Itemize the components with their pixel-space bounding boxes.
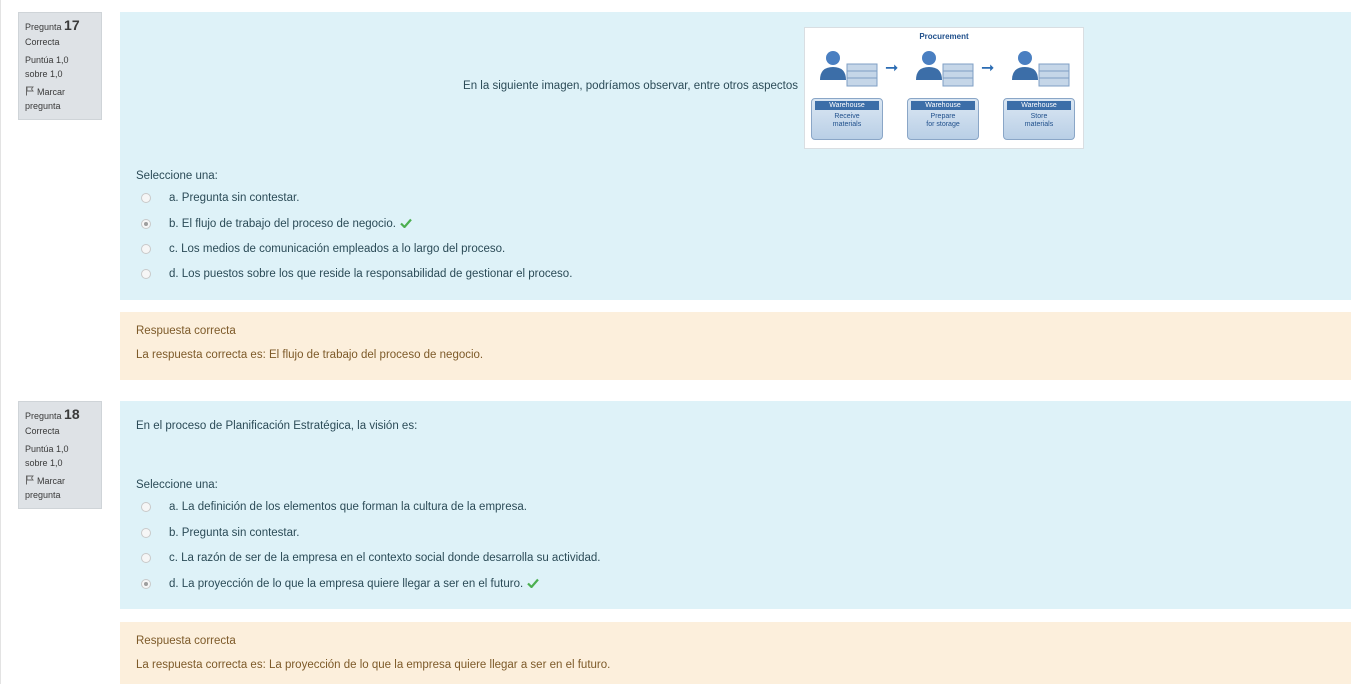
answer-radio-checked[interactable] — [141, 219, 151, 229]
question-label: Pregunta — [25, 411, 62, 421]
question-feedback-18: Respuesta correcta La respuesta correcta… — [120, 622, 1351, 684]
flag-label: Marcar — [37, 87, 66, 97]
question-text: En el proceso de Planificación Estratégi… — [136, 420, 418, 432]
flag-question-link[interactable]: Marcar pregunta — [25, 85, 95, 113]
procurement-process-image: Procurement ➞ ➞ Warehouse Receive materi… — [804, 27, 1084, 149]
answer-text: d. La proyección de lo que la empresa qu… — [169, 578, 524, 590]
answer-text-with-check: d. La proyección de lo que la empresa qu… — [169, 574, 540, 594]
question-grade: Puntúa 1,0 sobre 1,0 — [25, 442, 95, 470]
question-number: 17 — [64, 17, 80, 33]
flag-label: Marcar — [37, 476, 66, 486]
step-header: Warehouse — [1007, 101, 1071, 110]
question-state: Correcta — [25, 426, 60, 436]
answer-radio[interactable] — [141, 553, 151, 563]
feedback-title: Respuesta correcta — [136, 325, 236, 337]
question-label: Pregunta — [25, 22, 62, 32]
correct-check-icon — [527, 578, 540, 588]
step-label-line: Prepare — [930, 113, 956, 120]
answer-text: b. El flujo de trabajo del proceso de ne… — [169, 218, 396, 230]
flag-label-2: pregunta — [25, 101, 61, 111]
answer-text: d. Los puestos sobre los que reside la r… — [169, 268, 573, 280]
select-one-prompt: Seleccione una: — [136, 170, 218, 182]
question-text: En la siguiente imagen, podríamos observ… — [463, 80, 798, 92]
answer-radio-checked[interactable] — [141, 579, 151, 589]
process-step-prepare: Warehouse Prepare for storage — [907, 98, 979, 140]
question-formulation-18: En el proceso de Planificación Estratégi… — [120, 401, 1351, 609]
answer-text: c. La razón de ser de la empresa en el c… — [169, 552, 601, 564]
answer-radio[interactable] — [141, 244, 151, 254]
step-label: Prepare for storage — [908, 113, 978, 129]
answer-radio[interactable] — [141, 193, 151, 203]
process-step-store: Warehouse Store materials — [1003, 98, 1075, 140]
flow-arrow-icon: ➞ — [981, 60, 995, 77]
answer-radio[interactable] — [141, 269, 151, 279]
flag-question-link[interactable]: Marcar pregunta — [25, 474, 95, 502]
flag-icon — [26, 475, 34, 485]
step-label-line: Receive — [834, 113, 860, 120]
step-label-line: materials — [832, 121, 862, 128]
employee-figure-icon — [916, 51, 974, 87]
answer-text: a. La definición de los elementos que fo… — [169, 501, 527, 513]
grade-line: sobre 1,0 — [25, 69, 63, 79]
question-number: 18 — [64, 406, 80, 422]
grade-line: Puntúa 1,0 — [25, 444, 69, 454]
step-header: Warehouse — [815, 101, 879, 110]
step-label: Store materials — [1004, 113, 1074, 129]
answer-text-with-check: b. El flujo de trabajo del proceso de ne… — [169, 214, 412, 234]
question-info-17: Pregunta 17 Correcta Puntúa 1,0 sobre 1,… — [18, 12, 102, 120]
process-step-receive: Warehouse Receive materials — [811, 98, 883, 140]
step-label: Receive materials — [812, 113, 882, 129]
question-feedback-17: Respuesta correcta La respuesta correcta… — [120, 312, 1351, 380]
employee-figure-icon — [1012, 51, 1070, 87]
page-left-border — [0, 0, 1, 684]
answer-radio[interactable] — [141, 502, 151, 512]
step-label-line: materials — [1024, 121, 1054, 128]
grade-line: sobre 1,0 — [25, 458, 63, 468]
question-info-18: Pregunta 18 Correcta Puntúa 1,0 sobre 1,… — [18, 401, 102, 509]
flow-arrow-icon: ➞ — [885, 60, 899, 77]
step-label-line: for storage — [926, 121, 960, 128]
question-state: Correcta — [25, 37, 60, 47]
select-one-prompt: Seleccione una: — [136, 479, 218, 491]
step-label-line: Store — [1030, 113, 1048, 120]
answer-text: a. Pregunta sin contestar. — [169, 192, 300, 204]
answer-radio[interactable] — [141, 528, 151, 538]
answer-text: c. Los medios de comunicación empleados … — [169, 243, 506, 255]
right-answer-text: La respuesta correcta es: El flujo de tr… — [136, 349, 484, 361]
image-title: Procurement — [919, 32, 969, 41]
feedback-title: Respuesta correcta — [136, 635, 236, 647]
correct-check-icon — [400, 218, 412, 228]
answer-text: b. Pregunta sin contestar. — [169, 527, 300, 539]
grade-line: Puntúa 1,0 — [25, 55, 69, 65]
question-formulation-17: En la siguiente imagen, podríamos observ… — [120, 12, 1351, 300]
employee-figure-icon — [820, 51, 878, 87]
right-answer-text: La respuesta correcta es: La proyección … — [136, 659, 611, 671]
flag-label-2: pregunta — [25, 490, 61, 500]
step-header: Warehouse — [911, 101, 975, 110]
question-grade: Puntúa 1,0 sobre 1,0 — [25, 53, 95, 81]
flag-icon — [26, 86, 34, 96]
